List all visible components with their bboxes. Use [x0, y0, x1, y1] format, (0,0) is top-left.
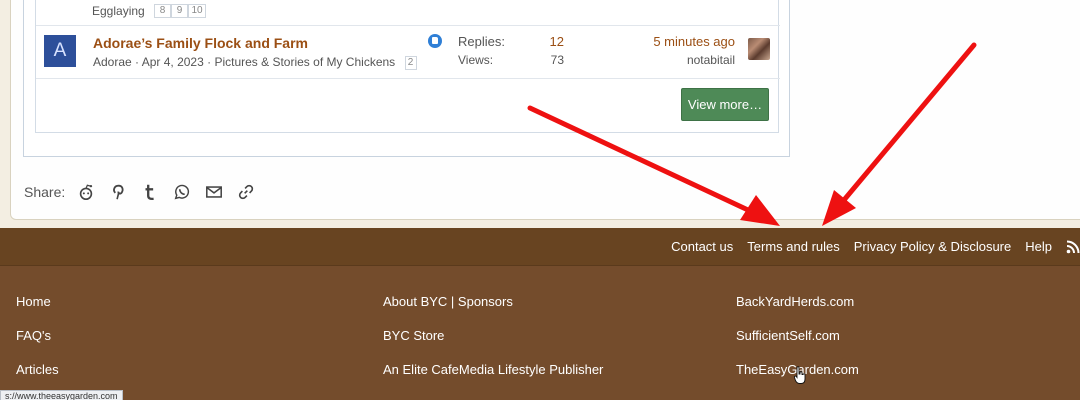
views-label: Views:	[458, 53, 494, 67]
terms-and-rules-link[interactable]: Terms and rules	[747, 239, 839, 254]
page-link[interactable]: 2	[404, 55, 417, 70]
sufficientself-link[interactable]: SufficientSelf.com	[736, 328, 840, 343]
footer-main: Home FAQ's Articles About BYC | Sponsors…	[0, 266, 1080, 400]
rss-icon[interactable]	[1066, 240, 1080, 254]
thread-forum[interactable]: Pictures & Stories of My Chickens	[214, 55, 395, 69]
reddit-icon[interactable]	[75, 181, 97, 203]
footer-top-bar: Contact us Terms and rules Privacy Polic…	[0, 228, 1080, 266]
contact-us-link[interactable]: Contact us	[671, 239, 733, 254]
footer-top-links: Contact us Terms and rules Privacy Polic…	[671, 239, 1080, 254]
thumbs-up-icon	[428, 34, 442, 48]
privacy-policy-link[interactable]: Privacy Policy & Disclosure	[854, 239, 1012, 254]
page-link[interactable]: 10	[188, 4, 206, 18]
email-icon[interactable]	[203, 181, 225, 203]
about-sponsors-link[interactable]: About BYC | Sponsors	[383, 294, 513, 309]
thread-row: A Adorae’s Family Flock and Farm Adorae …	[36, 27, 780, 79]
thread-meta: Adorae · Apr 4, 2023 · Pictures & Storie…	[93, 55, 417, 70]
avatar[interactable]: A	[44, 35, 76, 67]
tumblr-icon[interactable]	[139, 181, 161, 203]
help-link[interactable]: Help	[1025, 239, 1052, 254]
home-link[interactable]: Home	[16, 294, 51, 309]
thread-author[interactable]: Adorae	[93, 55, 132, 69]
link-icon[interactable]	[235, 181, 257, 203]
share-bar: Share:	[24, 180, 267, 204]
replies-label: Replies:	[458, 34, 505, 49]
views-count: 73	[550, 53, 564, 67]
whatsapp-icon[interactable]	[171, 181, 193, 203]
replies-count: 12	[549, 34, 564, 49]
last-post-time[interactable]: 5 minutes ago	[653, 34, 735, 49]
last-post-user[interactable]: notabitail	[687, 53, 735, 67]
thread-list: Egglaying 8 9 10 A Adorae’s Family Flock…	[35, 0, 780, 133]
status-bar-url: s://www.theeasygarden.com	[0, 390, 123, 400]
thread-row-partial: Egglaying 8 9 10	[36, 0, 780, 26]
thread-title[interactable]: Adorae’s Family Flock and Farm	[93, 35, 308, 51]
faqs-link[interactable]: FAQ's	[16, 328, 51, 343]
last-poster-avatar[interactable]	[748, 38, 770, 60]
backyardherds-link[interactable]: BackYardHerds.com	[736, 294, 854, 309]
hand-cursor-icon	[794, 366, 806, 384]
page-link[interactable]: 8	[154, 4, 171, 18]
share-label: Share:	[24, 184, 66, 200]
forum-label[interactable]: Egglaying	[92, 4, 145, 18]
thread-date[interactable]: Apr 4, 2023	[142, 55, 204, 69]
page-link[interactable]: 9	[171, 4, 188, 18]
pinterest-icon[interactable]	[107, 181, 129, 203]
content-area: Egglaying 8 9 10 A Adorae’s Family Flock…	[0, 0, 1080, 228]
view-more-button[interactable]: View more…	[681, 88, 769, 121]
cafemedia-link[interactable]: An Elite CafeMedia Lifestyle Publisher	[383, 362, 603, 377]
store-link[interactable]: BYC Store	[383, 328, 444, 343]
articles-link[interactable]: Articles	[16, 362, 59, 377]
similar-threads-panel: Egglaying 8 9 10 A Adorae’s Family Flock…	[23, 0, 790, 157]
